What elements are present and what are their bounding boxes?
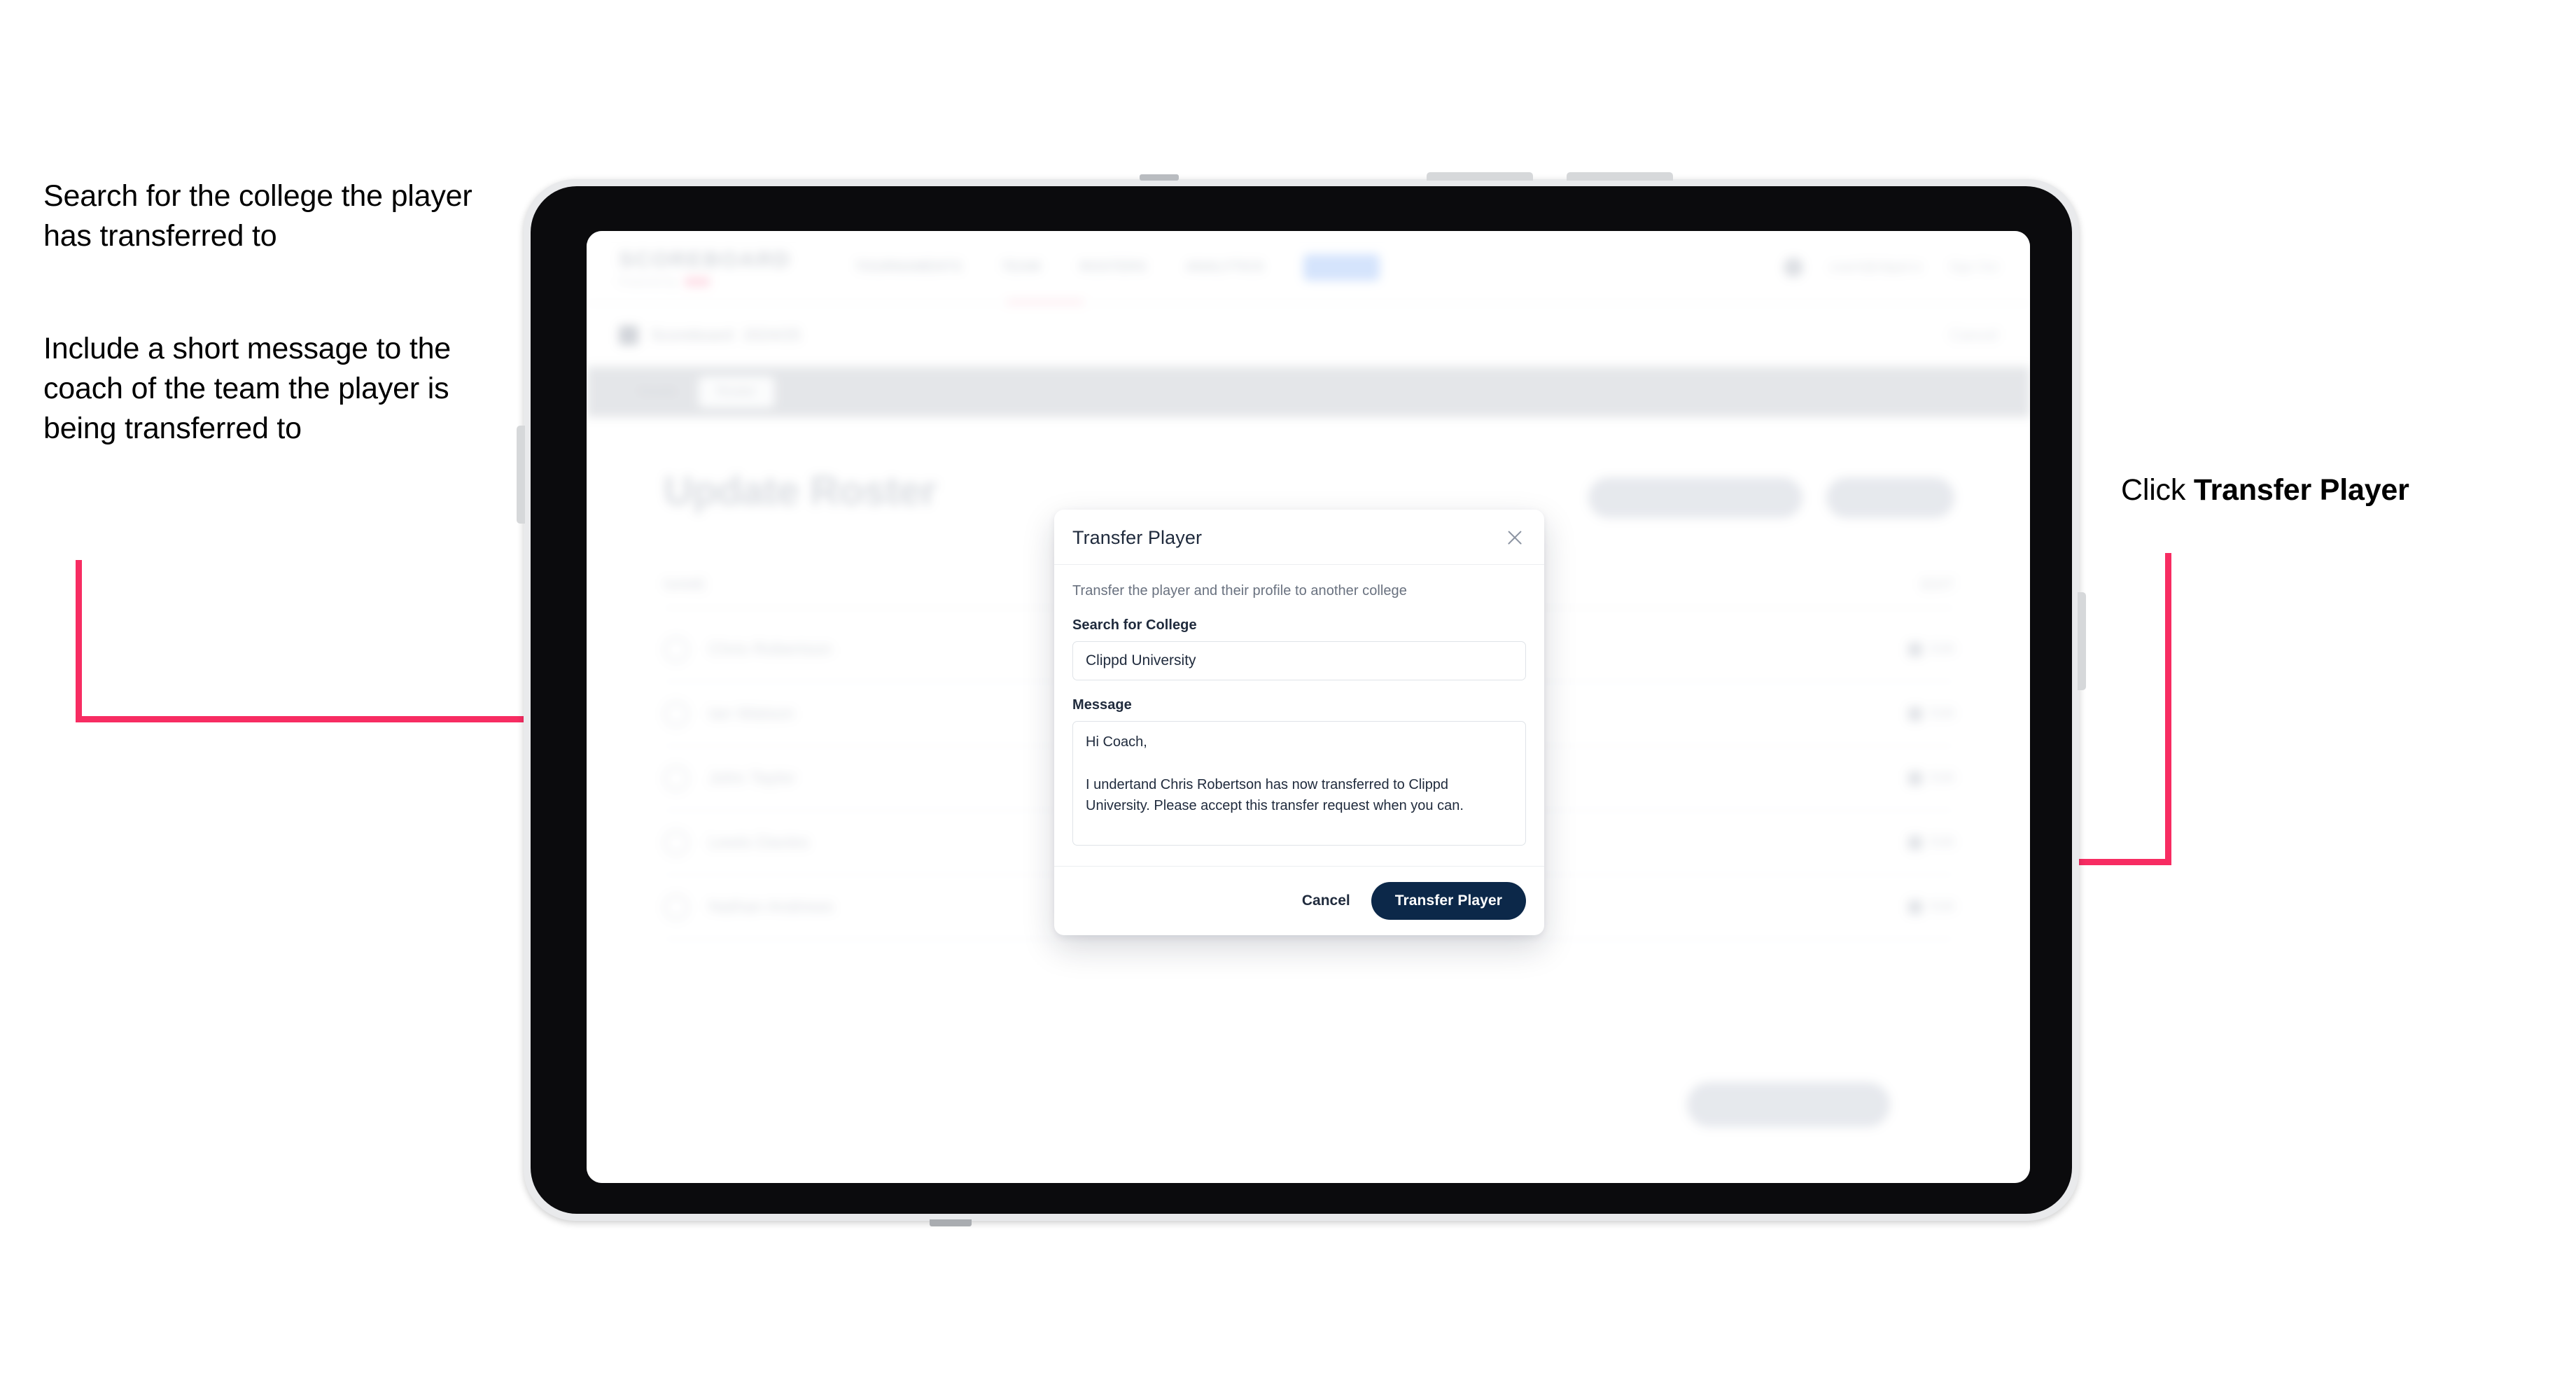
- transfer-player-button[interactable]: Transfer Player: [1371, 882, 1526, 920]
- volume-up-button-icon: [1427, 172, 1533, 181]
- screenshot-canvas: Search for the college the player has tr…: [0, 0, 2576, 1386]
- annotation-line-left-vertical: [76, 560, 82, 722]
- annotation-include-message: Include a short message to the coach of …: [43, 332, 451, 445]
- message-label: Message: [1072, 697, 1132, 713]
- dialog-body: Transfer the player and their profile to…: [1054, 565, 1544, 866]
- side-button-left-icon: [517, 426, 525, 524]
- close-icon[interactable]: [1504, 526, 1526, 549]
- dialog-subtitle: Transfer the player and their profile to…: [1072, 583, 1407, 598]
- annotation-click-prefix: Click: [2121, 473, 2194, 507]
- cancel-button[interactable]: Cancel: [1302, 892, 1350, 909]
- search-college-input[interactable]: [1072, 641, 1526, 680]
- dialog-footer: Cancel Transfer Player: [1054, 866, 1544, 935]
- tablet-device-mockup: SCOREBOARD Powered by TOURNAMENTS TEAM R…: [517, 172, 2086, 1226]
- dialog-header: Transfer Player: [1054, 510, 1544, 565]
- annotation-search-college: Search for the college the player has tr…: [43, 179, 472, 253]
- tablet-bezel: SCOREBOARD Powered by TOURNAMENTS TEAM R…: [531, 186, 2072, 1214]
- transfer-player-dialog: Transfer Player Transfer the player and …: [1054, 510, 1544, 935]
- side-button-right-icon: [2078, 592, 2086, 690]
- annotation-click-bold: Transfer Player: [2193, 473, 2409, 507]
- annotation-line-right-vertical: [2165, 553, 2171, 864]
- bottom-connector-icon: [930, 1219, 972, 1226]
- volume-down-button-icon: [1567, 172, 1673, 181]
- message-textarea[interactable]: [1072, 721, 1526, 846]
- dialog-title: Transfer Player: [1072, 526, 1203, 548]
- search-college-label: Search for College: [1072, 617, 1197, 633]
- annotation-click-transfer-player: Click Transfer Player: [2121, 470, 2555, 510]
- tablet-screen: SCOREBOARD Powered by TOURNAMENTS TEAM R…: [587, 231, 2030, 1183]
- power-button-icon: [1140, 174, 1179, 181]
